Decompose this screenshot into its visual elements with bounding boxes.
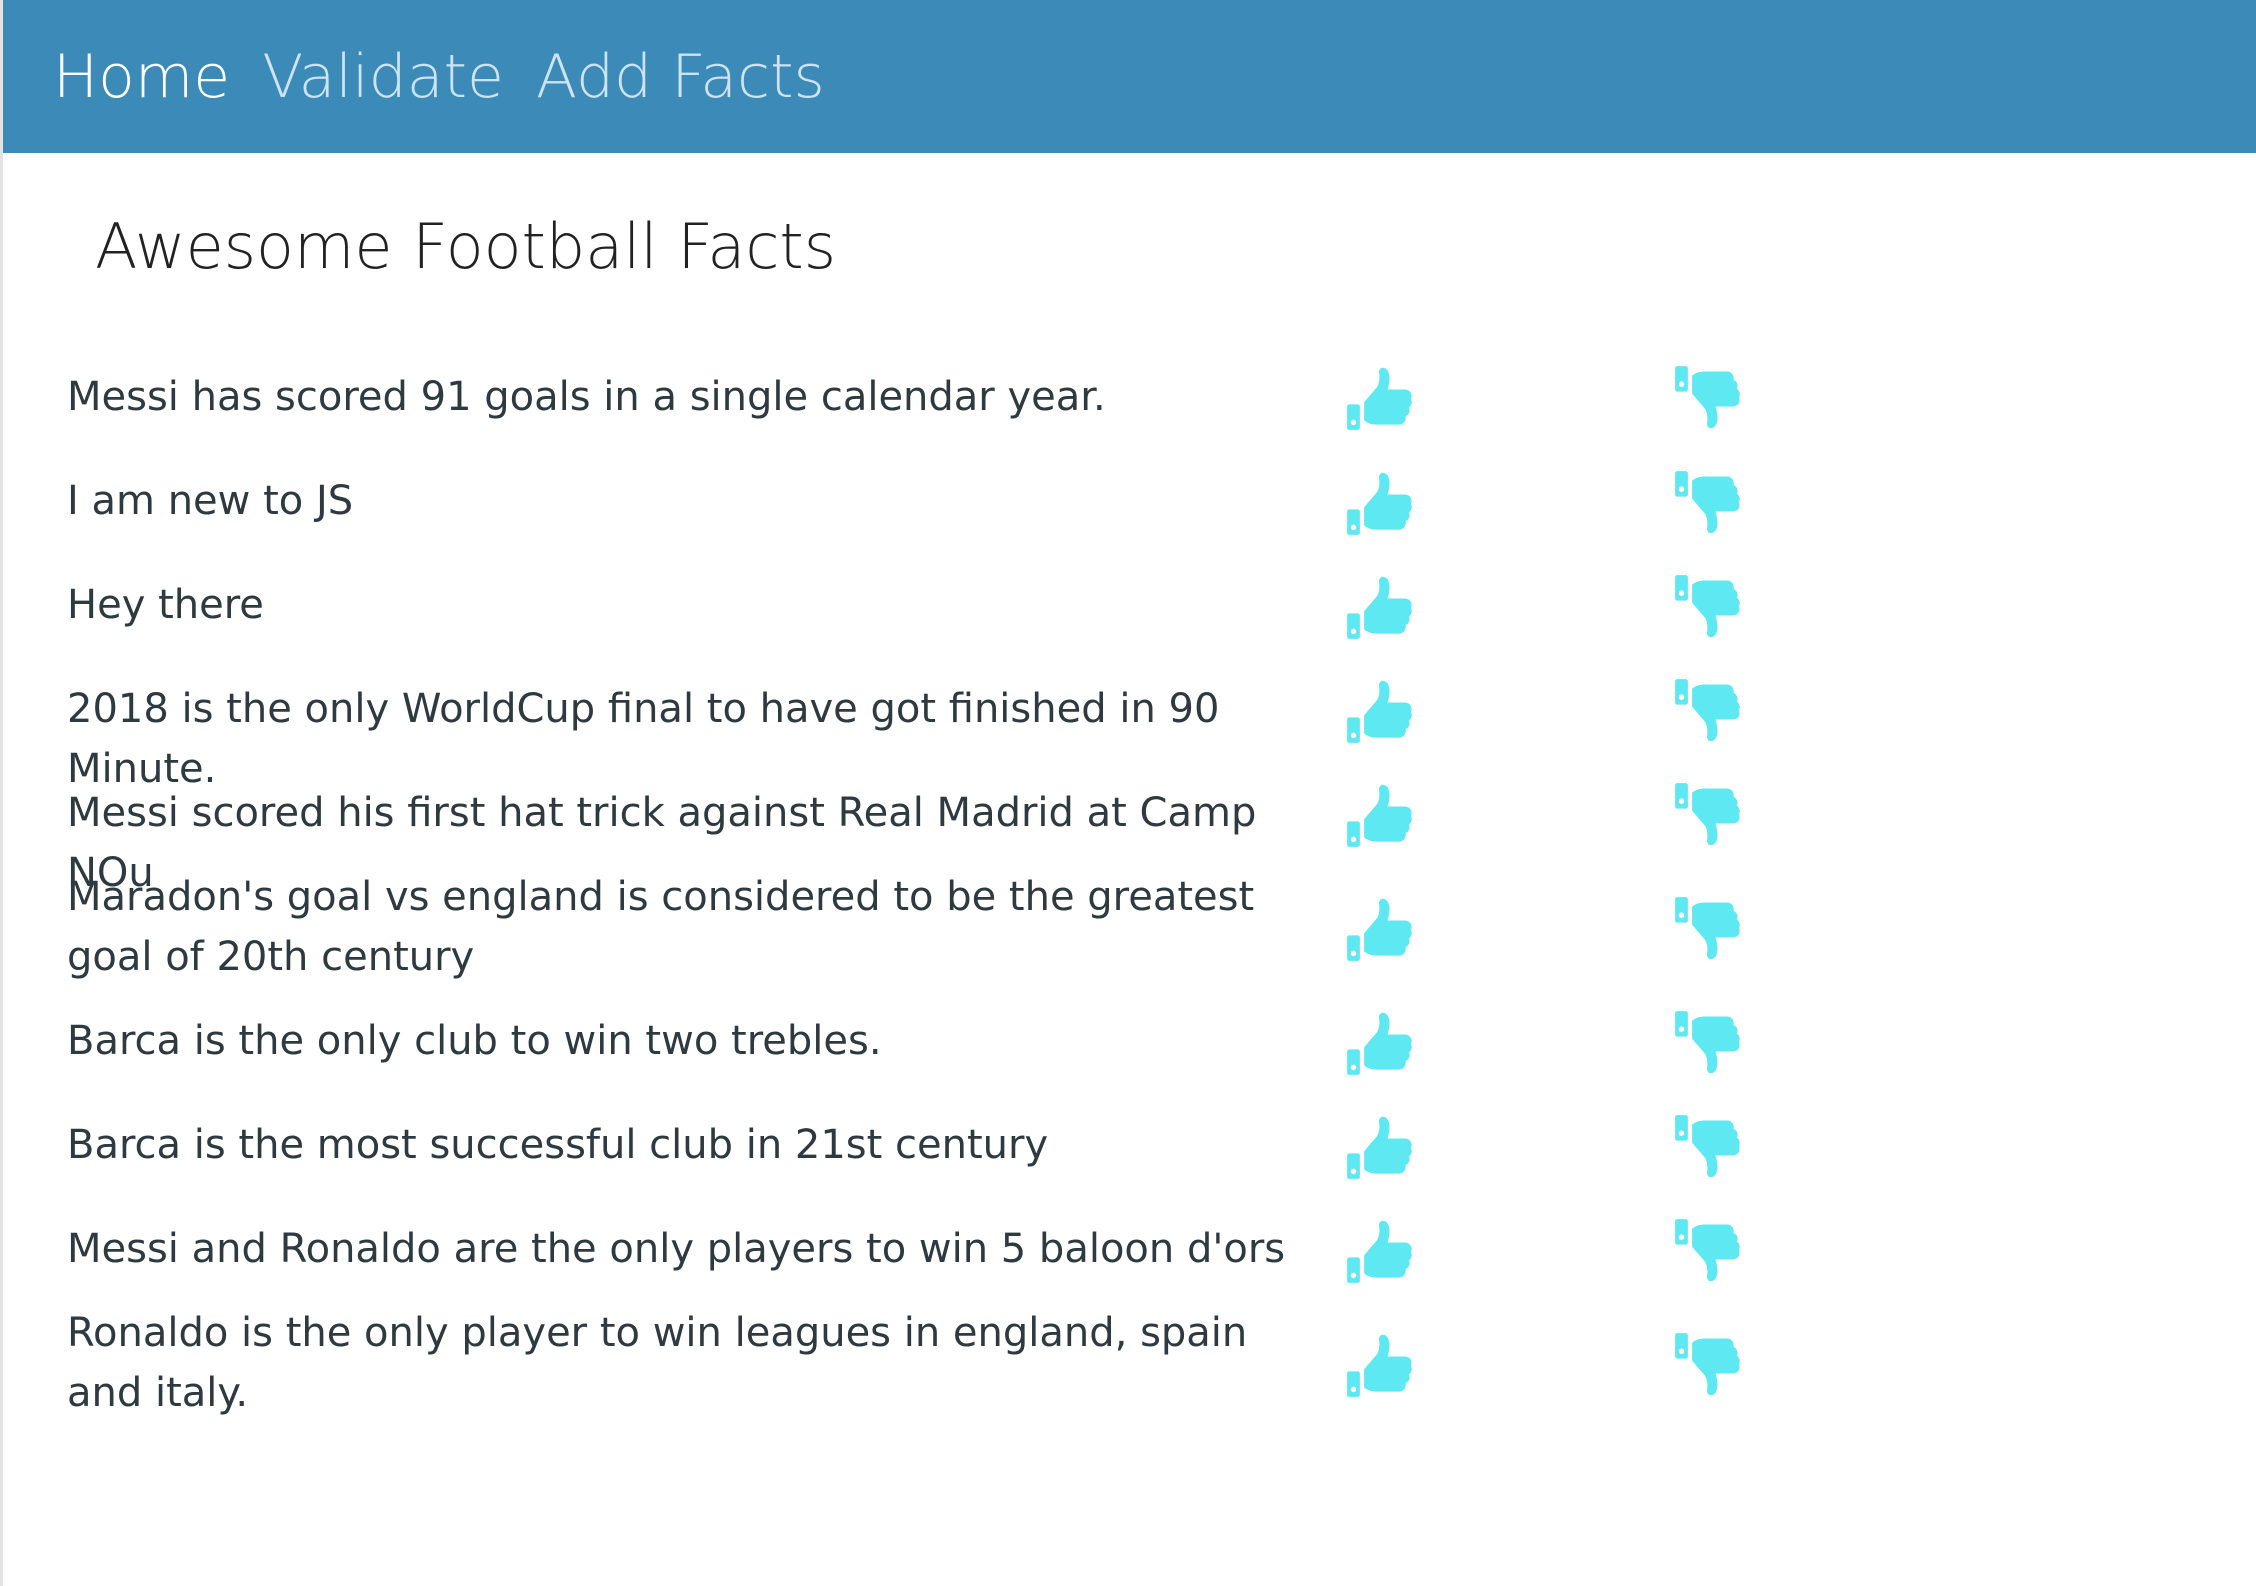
thumbs-up-icon[interactable] [1345, 364, 1413, 432]
thumbs-up-icon[interactable] [1345, 1113, 1413, 1181]
thumbs-up-icon[interactable] [1345, 1009, 1413, 1077]
thumbs-down-icon[interactable] [1673, 1217, 1741, 1285]
fact-text: Barca is the only club to win two treble… [67, 1018, 882, 1064]
app-page: Home Validate Add Facts Awesome Football… [0, 0, 2256, 1586]
nav-home-link[interactable]: Home [53, 42, 230, 112]
fact-text: Maradon's goal vs england is considered … [67, 874, 1255, 980]
fact-text: Messi and Ronaldo are the only players t… [67, 1226, 1286, 1272]
top-navbar: Home Validate Add Facts [3, 0, 2256, 153]
thumbs-down-icon[interactable] [1673, 895, 1741, 963]
page-title: Awesome Football Facts [95, 210, 837, 283]
thumbs-down-icon[interactable] [1673, 781, 1741, 849]
thumbs-up-icon[interactable] [1345, 469, 1413, 537]
thumbs-up-icon[interactable] [1345, 1331, 1413, 1399]
nav-add-facts-link[interactable]: Add Facts [536, 42, 825, 112]
thumbs-up-icon[interactable] [1345, 895, 1413, 963]
thumbs-down-icon[interactable] [1673, 573, 1741, 641]
fact-text: 2018 is the only WorldCup final to have … [67, 686, 1220, 792]
fact-text: Barca is the most successful club in 21s… [67, 1122, 1049, 1168]
thumbs-up-icon[interactable] [1345, 677, 1413, 745]
thumbs-down-icon[interactable] [1673, 1009, 1741, 1077]
fact-text: I am new to JS [67, 478, 354, 524]
nav-validate-link[interactable]: Validate [262, 42, 504, 112]
thumbs-down-icon[interactable] [1673, 364, 1741, 432]
fact-text: Ronaldo is the only player to win league… [67, 1310, 1248, 1416]
thumbs-down-icon[interactable] [1673, 1113, 1741, 1181]
thumbs-down-icon[interactable] [1673, 469, 1741, 537]
thumbs-up-icon[interactable] [1345, 1217, 1413, 1285]
fact-text: Hey there [67, 582, 264, 628]
thumbs-up-icon[interactable] [1345, 573, 1413, 641]
thumbs-down-icon[interactable] [1673, 1331, 1741, 1399]
thumbs-up-icon[interactable] [1345, 781, 1413, 849]
fact-text: Messi has scored 91 goals in a single ca… [67, 374, 1106, 420]
thumbs-down-icon[interactable] [1673, 677, 1741, 745]
